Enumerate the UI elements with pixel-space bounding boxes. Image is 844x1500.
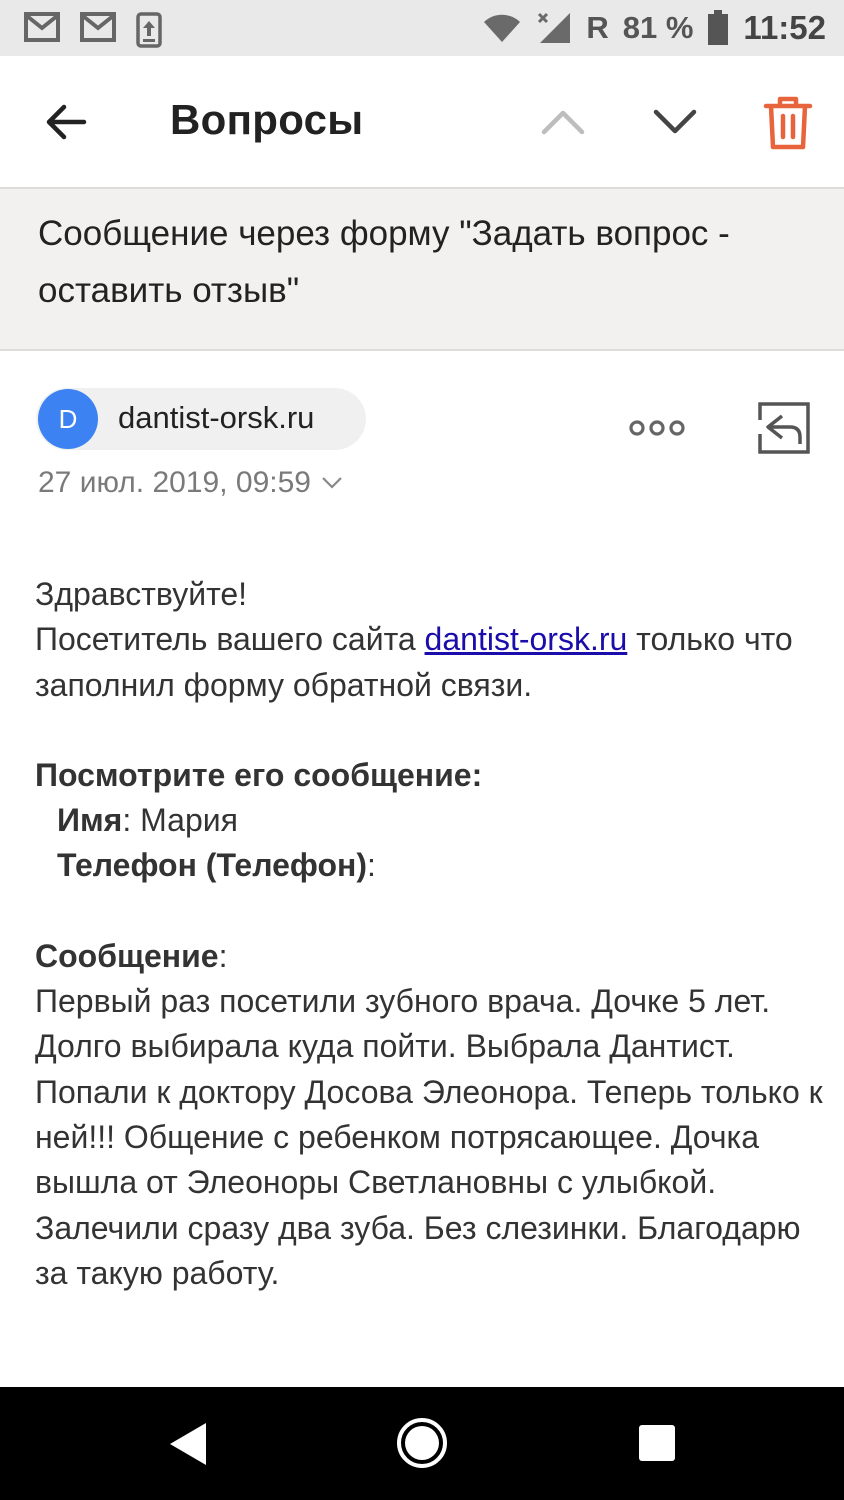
name-label: Имя	[57, 802, 123, 839]
mail-icon	[24, 12, 60, 42]
chevron-down-icon	[322, 477, 342, 489]
message-text: Первый раз посетили зубного врача. Дочке…	[35, 983, 823, 1291]
battery-icon	[708, 10, 729, 45]
upload-icon	[136, 12, 162, 48]
sender-chip[interactable]: D dantist-orsk.ru	[36, 388, 366, 450]
message-label-row: Сообщение:	[35, 937, 228, 974]
notification-icons	[24, 12, 162, 48]
status-bar: R 81 % 11:52	[0, 0, 844, 56]
phone-value: :	[367, 847, 376, 884]
back-arrow-icon[interactable]	[40, 96, 92, 148]
trash-icon[interactable]	[762, 94, 814, 152]
chevron-up-icon[interactable]	[538, 98, 588, 144]
nav-home-icon[interactable]	[395, 1416, 449, 1470]
nav-recents-icon[interactable]	[638, 1424, 676, 1462]
message-body: Здравствуйте! Посетитель вашего сайта da…	[35, 572, 825, 1296]
phone-label: Телефон (Телефон)	[57, 847, 368, 884]
page-title: Вопросы	[170, 96, 364, 143]
clock: 11:52	[743, 9, 826, 46]
section-title: Посмотрите его сообщение:	[35, 756, 483, 793]
battery-percent: 81 %	[622, 10, 694, 45]
sender-name: dantist-orsk.ru	[118, 400, 315, 435]
more-options-icon[interactable]	[628, 418, 686, 438]
message-date[interactable]: 27 июл. 2019, 09:59	[38, 466, 343, 500]
date-text: 27 июл. 2019, 09:59	[38, 466, 311, 499]
name-field: Имя: Мария	[35, 798, 825, 843]
nav-back-icon[interactable]	[166, 1420, 212, 1468]
app-bar: Вопросы	[0, 56, 844, 189]
intro-text: Посетитель вашего сайта	[35, 621, 425, 658]
chevron-down-icon[interactable]	[650, 98, 700, 144]
name-value: : Мария	[122, 802, 238, 839]
signal-icon	[538, 12, 571, 43]
roaming-indicator: R	[586, 10, 609, 45]
avatar: D	[38, 389, 98, 449]
system-indicators: R 81 % 11:52	[482, 8, 826, 48]
reply-icon[interactable]	[754, 400, 812, 456]
message-subject: Сообщение через форму "Задать вопрос - о…	[38, 214, 730, 310]
wifi-icon	[484, 14, 521, 42]
site-link[interactable]: dantist-orsk.ru	[425, 621, 628, 657]
greeting: Здравствуйте!	[35, 576, 248, 612]
message-subject-bar: Сообщение через форму "Задать вопрос - о…	[0, 189, 844, 351]
intro-paragraph: Посетитель вашего сайта dantist-orsk.ru …	[35, 617, 825, 708]
phone-field: Телефон (Телефон):	[35, 843, 825, 888]
message-label: Сообщение	[35, 937, 219, 974]
mail-icon	[80, 12, 116, 42]
